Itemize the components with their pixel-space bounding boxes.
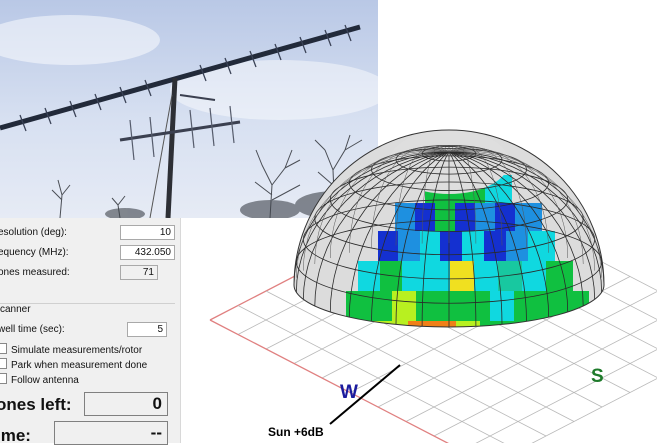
checkbox-box (0, 373, 7, 384)
heat-cell (426, 261, 451, 294)
heat-cell (506, 231, 529, 264)
heat-cell (360, 321, 385, 327)
south-label: S (591, 366, 604, 387)
scanner-group-title: canner (0, 304, 34, 315)
simulate-checkbox[interactable]: Simulate measurements/rotor (0, 343, 142, 356)
simulate-label: Simulate measurements/rotor (11, 345, 143, 356)
heat-cell (495, 203, 516, 234)
heat-cell (526, 350, 551, 381)
heat-cell (498, 261, 523, 294)
heat-cell (378, 231, 399, 264)
zones-measured-label: ones measured: (0, 267, 70, 278)
heat-cell (338, 321, 361, 327)
park-checkbox[interactable]: Park when measurement done (0, 358, 147, 371)
heat-cell (398, 231, 421, 264)
time-value: -- (54, 421, 168, 445)
heat-cell (450, 261, 475, 294)
heat-cell (522, 261, 547, 294)
heat-cell (456, 378, 483, 401)
heat-cell (528, 321, 553, 327)
heat-cell (562, 291, 589, 324)
west-label: W (340, 382, 358, 403)
heat-cell (528, 231, 555, 264)
checkbox-box (0, 358, 7, 369)
heat-cell (490, 291, 515, 324)
heat-cell (448, 350, 475, 381)
dwell-time-label: well time (sec): (0, 324, 65, 335)
heat-cell (484, 231, 507, 264)
zones-left-value: 0 (84, 392, 168, 416)
resolution-input[interactable]: 10 (120, 225, 175, 240)
frequency-label: equency (MHz): (0, 247, 69, 258)
hemisphere-plot: W S Sun +6dB (180, 100, 657, 443)
follow-antenna-checkbox[interactable]: Follow antenna (0, 373, 79, 386)
heat-cell (416, 291, 441, 324)
heat-cell (392, 350, 421, 381)
dwell-time-input[interactable]: 5 (127, 322, 167, 337)
time-label: ime: (0, 426, 31, 445)
park-label: Park when measurement done (11, 360, 148, 371)
heat-cell (462, 231, 485, 264)
heat-cell (534, 378, 561, 401)
sun-annotation: Sun +6dB (268, 425, 324, 439)
resolution-label: esolution (deg): (0, 227, 67, 238)
grid-line (475, 349, 657, 443)
heat-cell (455, 203, 476, 234)
follow-antenna-label: Follow antenna (11, 375, 79, 386)
heat-cell (420, 231, 441, 264)
heat-cell (440, 231, 463, 264)
heat-cell (550, 350, 575, 381)
heat-cell (546, 261, 573, 294)
heat-cell (482, 378, 509, 401)
heat-cell (440, 291, 465, 324)
settings-panel: esolution (deg): 10 equency (MHz): 432.0… (0, 218, 181, 445)
heat-cell (456, 321, 481, 327)
checkbox-box (0, 343, 7, 354)
heat-cell (552, 321, 575, 327)
grid-line (531, 378, 657, 443)
zones-measured-value: 71 (120, 265, 158, 280)
heat-cell (515, 203, 542, 234)
heat-cell (415, 203, 436, 234)
heat-cell (504, 321, 529, 327)
heat-cell (380, 261, 403, 294)
heat-cell (435, 203, 456, 234)
heat-cell (464, 291, 491, 324)
frequency-input[interactable]: 432.050 (120, 245, 175, 260)
zones-left-label: ones left: (0, 395, 72, 414)
